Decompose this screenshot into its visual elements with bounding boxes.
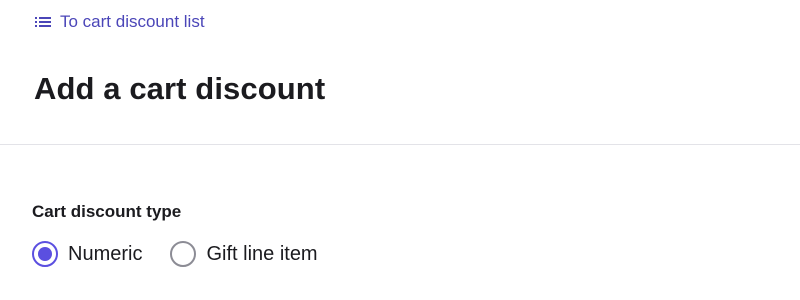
page-title: Add a cart discount <box>34 71 326 106</box>
back-to-list-link[interactable]: To cart discount list <box>34 10 205 34</box>
page-header: To cart discount list Add a cart discoun… <box>0 0 800 145</box>
radio-label-gift-line-item[interactable]: Gift line item <box>206 243 317 266</box>
radio-option-gift-line-item[interactable]: Gift line item <box>170 241 318 267</box>
discount-type-radio-group: Numeric Gift line item <box>32 241 800 267</box>
page: To cart discount list Add a cart discoun… <box>0 0 800 300</box>
radio-gift-line-item[interactable] <box>170 241 197 267</box>
radio-selected-dot <box>38 247 52 261</box>
radio-label-numeric[interactable]: Numeric <box>68 243 142 266</box>
radio-numeric[interactable] <box>32 241 58 267</box>
radio-option-numeric[interactable]: Numeric <box>32 241 142 267</box>
discount-type-label: Cart discount type <box>32 202 182 221</box>
list-icon <box>34 13 52 31</box>
back-link-label[interactable]: To cart discount list <box>60 12 205 32</box>
form-section: Cart discount type Numeric Gift line ite… <box>0 145 800 267</box>
